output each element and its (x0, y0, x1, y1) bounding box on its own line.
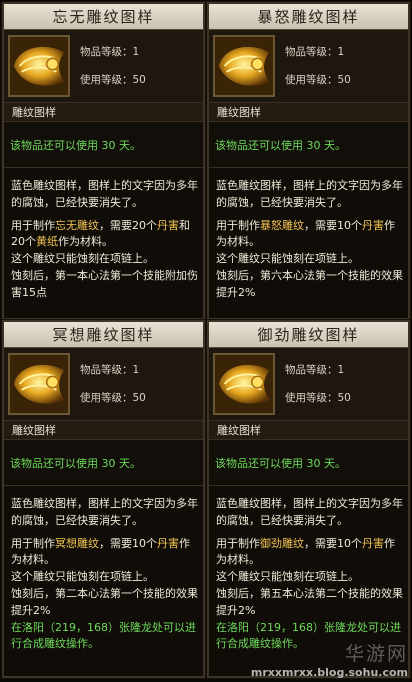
item-level: 物品等级：1 (285, 46, 345, 58)
desc-flavor: 蓝色雕纹图样，图样上的文字因为多年的腐蚀，已经快要消失了。 (11, 497, 198, 527)
item-title: 忘无雕纹图样 (4, 4, 203, 30)
usage-rune-name: 暴怒雕纹 (260, 218, 304, 232)
usage-rune-name: 冥想雕纹 (55, 536, 99, 550)
tooltip-grid: 忘无雕纹图样 物品等级：1 使用等级：50 雕纹图样 该物品还可以使用 30 天… (0, 0, 412, 682)
use-level: 使用等级：50 (285, 392, 351, 404)
desc-flavor: 蓝色雕纹图样，图样上的文字因为多年的腐蚀，已经快要消失了。 (216, 497, 403, 527)
item-description: 蓝色雕纹图样，图样上的文字因为多年的腐蚀，已经快要消失了。 用于制作御劲雕纹，需… (209, 486, 408, 676)
desc-flavor: 蓝色雕纹图样，图样上的文字因为多年的腐蚀，已经快要消失了。 (11, 179, 198, 209)
item-validity: 该物品还可以使用 30 天。 (4, 122, 203, 168)
item-title: 暴怒雕纹图样 (209, 4, 408, 30)
desc-flavor: 蓝色雕纹图样，图样上的文字因为多年的腐蚀，已经快要消失了。 (216, 179, 403, 209)
desc-effect: 蚀刻后，第一本心法第一个技能附加伤害15点 (11, 268, 198, 299)
golden-scroll-icon[interactable] (213, 35, 275, 97)
use-level: 使用等级：50 (80, 74, 146, 86)
item-category: 雕纹图样 (209, 420, 408, 440)
desc-slot: 这个雕纹只能蚀刻在项链上。 (11, 252, 154, 266)
item-description: 蓝色雕纹图样，图样上的文字因为多年的腐蚀，已经快要消失了。 用于制作忘无雕纹，需… (4, 168, 203, 318)
item-description: 蓝色雕纹图样，图样上的文字因为多年的腐蚀，已经快要消失了。 用于制作暴怒雕纹，需… (209, 168, 408, 318)
usage-count: ，需要10个 (304, 218, 362, 232)
item-description: 蓝色雕纹图样，图样上的文字因为多年的腐蚀，已经快要消失了。 用于制作冥想雕纹，需… (4, 486, 203, 676)
item-tooltip-1: 忘无雕纹图样 物品等级：1 使用等级：50 雕纹图样 该物品还可以使用 30 天… (1, 1, 206, 321)
usage-prefix: 用于制作 (11, 536, 55, 550)
desc-effect: 蚀刻后，第五本心法第二个技能的效果提升2% (216, 586, 403, 617)
item-header: 物品等级：1 使用等级：50 (4, 348, 203, 420)
desc-usage: 用于制作暴怒雕纹，需要10个丹害作为材料。 (216, 218, 403, 252)
usage-material-1: 丹害 (157, 536, 179, 550)
usage-rune-name: 忘无雕纹 (55, 218, 99, 232)
usage-rune-name: 御劲雕纹 (260, 536, 304, 550)
item-tooltip-4: 御劲雕纹图样 物品等级：1 使用等级：50 雕纹图样 该物品还可以使用 30 天… (206, 319, 411, 679)
desc-slot: 这个雕纹只能蚀刻在项链上。 (216, 570, 359, 584)
item-title: 御劲雕纹图样 (209, 322, 408, 348)
item-category: 雕纹图样 (4, 420, 203, 440)
desc-slot: 这个雕纹只能蚀刻在项链上。 (216, 252, 359, 266)
item-level: 物品等级：1 (80, 46, 140, 58)
usage-count: ，需要10个 (304, 536, 362, 550)
desc-slot: 这个雕纹只能蚀刻在项链上。 (11, 570, 154, 584)
item-header: 物品等级：1 使用等级：50 (209, 348, 408, 420)
usage-material-2: 黄纸 (36, 235, 58, 249)
item-stats: 物品等级：1 使用等级：50 (80, 35, 146, 94)
usage-count: ，需要20个 (99, 218, 157, 232)
usage-suffix: 作为材料。 (58, 235, 113, 249)
usage-prefix: 用于制作 (216, 536, 260, 550)
usage-prefix: 用于制作 (216, 218, 260, 232)
item-tooltip-3: 冥想雕纹图样 物品等级：1 使用等级：50 雕纹图样 该物品还可以使用 30 天… (1, 319, 206, 679)
use-level: 使用等级：50 (80, 392, 146, 404)
desc-usage: 用于制作冥想雕纹，需要10个丹害作为材料。 (11, 536, 198, 570)
item-tooltip-2: 暴怒雕纹图样 物品等级：1 使用等级：50 雕纹图样 该物品还可以使用 30 天… (206, 1, 411, 321)
golden-scroll-icon[interactable] (8, 35, 70, 97)
item-title: 冥想雕纹图样 (4, 322, 203, 348)
item-level: 物品等级：1 (285, 364, 345, 376)
item-stats: 物品等级：1 使用等级：50 (80, 353, 146, 412)
item-category: 雕纹图样 (209, 102, 408, 122)
desc-usage: 用于制作御劲雕纹，需要10个丹害作为材料。 (216, 536, 403, 570)
item-validity: 该物品还可以使用 30 天。 (209, 122, 408, 168)
desc-extra: 在洛阳（219，168）张隆龙处可以进行合成雕纹操作。 (11, 620, 196, 651)
golden-scroll-icon[interactable] (8, 353, 70, 415)
item-header: 物品等级：1 使用等级：50 (209, 30, 408, 102)
use-level: 使用等级：50 (285, 74, 351, 86)
usage-material-1: 丹害 (362, 536, 384, 550)
item-validity: 该物品还可以使用 30 天。 (4, 440, 203, 486)
desc-usage: 用于制作忘无雕纹，需要20个丹害和20个黄纸作为材料。 (11, 218, 198, 252)
item-stats: 物品等级：1 使用等级：50 (285, 353, 351, 412)
desc-effect: 蚀刻后，第六本心法第一个技能的效果提升2% (216, 268, 403, 299)
desc-effect: 蚀刻后，第二本心法第一个技能的效果提升2% (11, 586, 198, 617)
usage-material-1: 丹害 (157, 218, 179, 232)
item-category: 雕纹图样 (4, 102, 203, 122)
golden-scroll-icon[interactable] (213, 353, 275, 415)
item-stats: 物品等级：1 使用等级：50 (285, 35, 351, 94)
desc-extra: 在洛阳（219，168）张隆龙处可以进行合成雕纹操作。 (216, 620, 401, 651)
item-header: 物品等级：1 使用等级：50 (4, 30, 203, 102)
item-validity: 该物品还可以使用 30 天。 (209, 440, 408, 486)
usage-material-1: 丹害 (362, 218, 384, 232)
usage-count: ，需要10个 (99, 536, 157, 550)
item-level: 物品等级：1 (80, 364, 140, 376)
usage-prefix: 用于制作 (11, 218, 55, 232)
